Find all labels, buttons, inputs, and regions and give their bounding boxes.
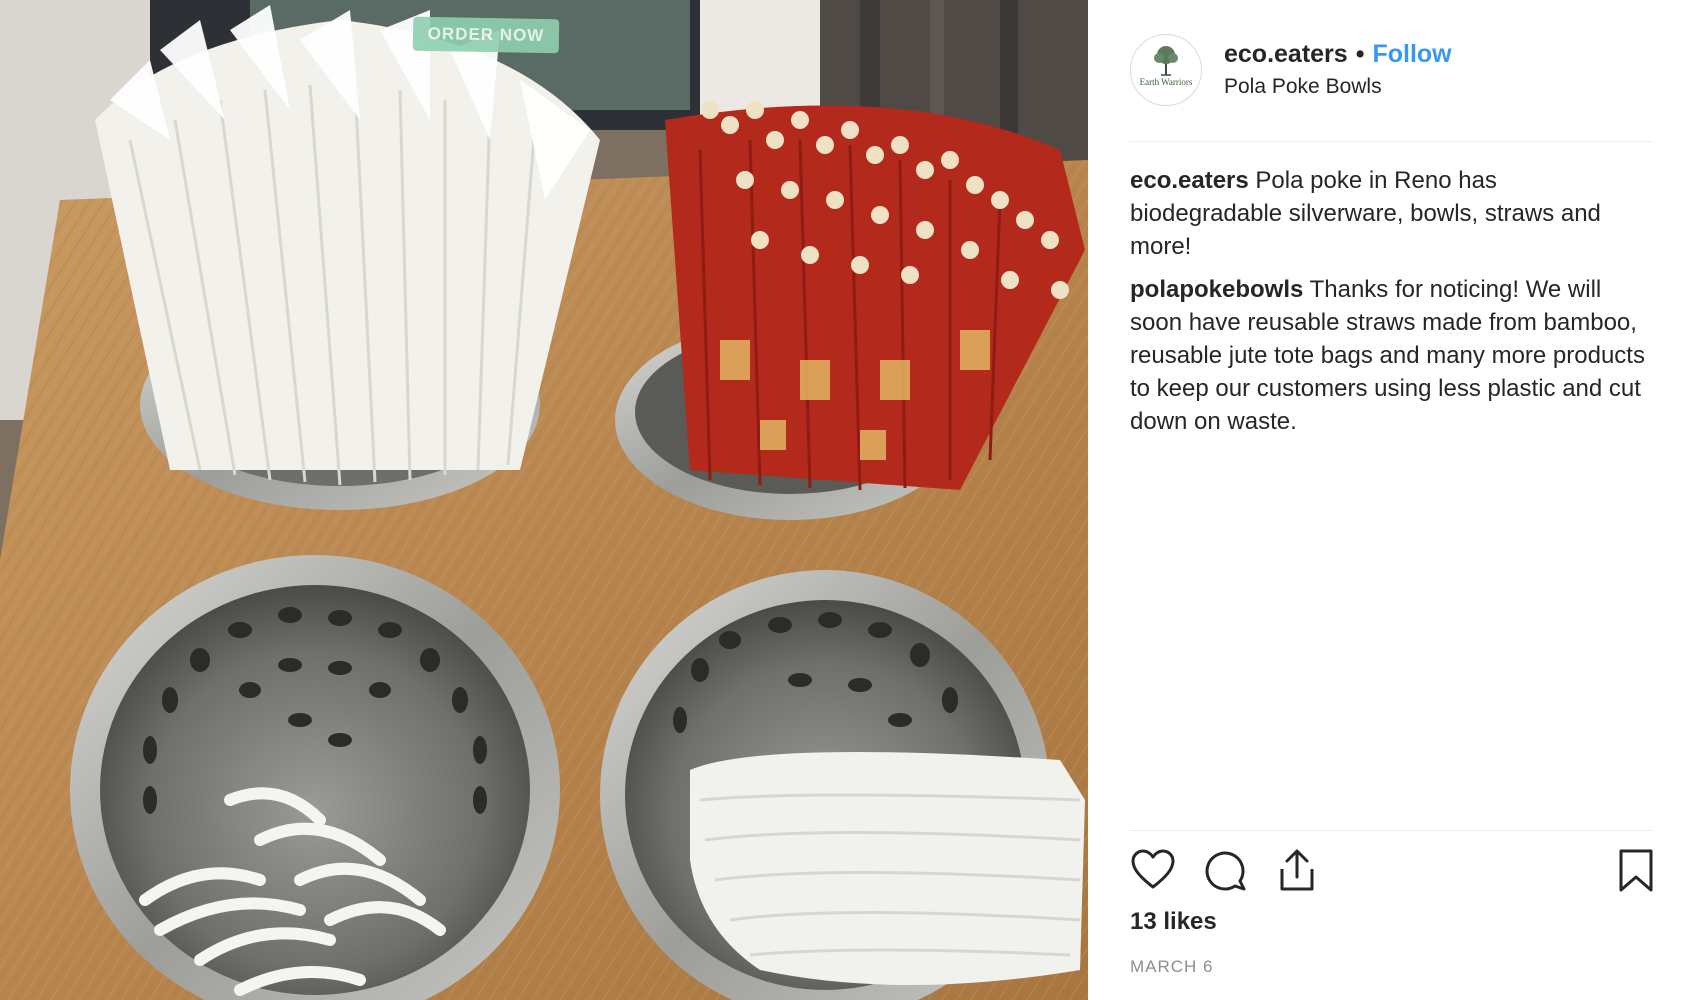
avatar-logo-text: Earth Warriors	[1139, 77, 1193, 87]
share-icon	[1280, 849, 1314, 891]
straws	[95, 5, 600, 486]
comment-icon	[1205, 851, 1246, 891]
actions-divider	[1130, 830, 1653, 831]
comments-list: eco.eaters Pola poke in Reno has biodegr…	[1130, 164, 1653, 448]
separator-dot: •	[1355, 40, 1365, 68]
post-photo[interactable]: ORDER NOW	[0, 0, 1088, 1000]
save-button[interactable]	[1613, 847, 1659, 893]
location-link[interactable]: Pola Poke Bowls	[1224, 73, 1452, 101]
post-side-panel: Earth Warriors eco.eaters • Follow Pola …	[1088, 0, 1695, 1000]
instagram-post: ORDER NOW Earth Warriors eco.eaters • Fo…	[0, 0, 1695, 1000]
header-line: eco.eaters • Follow	[1224, 39, 1452, 69]
comment-username[interactable]: eco.eaters	[1130, 167, 1249, 194]
photo-illustration	[0, 0, 1088, 1000]
tree-logo-icon	[1154, 46, 1178, 76]
comment-button[interactable]	[1202, 847, 1248, 893]
comment-username[interactable]: polapokebowls	[1130, 276, 1303, 303]
header-divider	[1130, 141, 1653, 142]
follow-button[interactable]: Follow	[1372, 39, 1451, 69]
post-header: Earth Warriors eco.eaters • Follow Pola …	[1130, 34, 1653, 106]
order-now-sign: ORDER NOW	[412, 16, 560, 54]
post-date[interactable]: MARCH 6	[1130, 957, 1214, 977]
username-link[interactable]: eco.eaters	[1224, 39, 1348, 69]
header-text: eco.eaters • Follow Pola Poke Bowls	[1224, 39, 1452, 101]
share-button[interactable]	[1274, 847, 1320, 893]
comment-item: eco.eaters Pola poke in Reno has biodegr…	[1130, 164, 1653, 263]
like-button[interactable]	[1130, 847, 1176, 893]
action-bar	[1130, 847, 1653, 893]
heart-icon	[1131, 849, 1175, 889]
comment-item: polapokebowls Thanks for noticing! We wi…	[1130, 273, 1653, 438]
likes-count[interactable]: 13 likes	[1130, 908, 1217, 936]
bookmark-icon	[1619, 849, 1653, 892]
avatar[interactable]: Earth Warriors	[1130, 34, 1202, 106]
